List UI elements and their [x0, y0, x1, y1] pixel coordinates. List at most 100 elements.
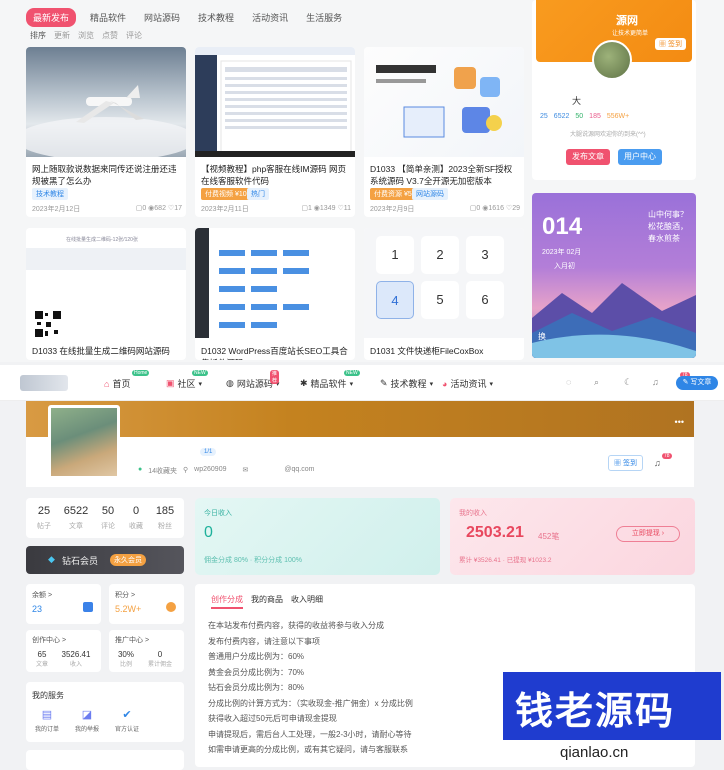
withdraw-button[interactable]: 立即提现 ›	[616, 526, 680, 542]
banner-switch[interactable]: 换	[538, 331, 546, 342]
coin-icon	[166, 602, 176, 612]
post-thumbnail[interactable]: 在线批量生成二维码-12张/120张	[26, 228, 186, 338]
dark-mode-icon[interactable]: ☾	[624, 377, 632, 388]
creator-stat-label: 收入	[69, 662, 82, 668]
numpad-grid: 1 2 3 4 5 6	[376, 236, 504, 319]
nav-community[interactable]: ▣ 社区 ▾ NEW	[166, 370, 208, 390]
tab-news[interactable]: 活动资讯	[248, 8, 292, 27]
author-name[interactable]: 大	[572, 94, 581, 107]
sort-likes[interactable]: 点赞	[102, 30, 118, 41]
chevron-right-icon: ›	[661, 530, 665, 537]
plugin-screenshot	[195, 228, 309, 338]
nav-home[interactable]: ⌂ 首页 Home	[104, 370, 150, 390]
like-count: 11	[343, 205, 351, 212]
post-card[interactable]: 在线批量生成二维码-12张/120张 D1033 在线批量生成二维码网站源码	[26, 228, 186, 360]
post-thumbnail[interactable]	[195, 47, 355, 157]
comment-icon: ▢	[301, 205, 308, 212]
vip-card[interactable]: ◆ 钻石会员 永久会员	[26, 546, 184, 574]
post-thumbnail[interactable]: 1 2 3 4 5 6	[364, 228, 524, 338]
bell-icon[interactable]: ♫	[652, 377, 659, 387]
tab-creator-share[interactable]: 创作分成	[211, 594, 243, 609]
nav-label: 首页	[112, 379, 131, 389]
sort-comments[interactable]: 评论	[126, 30, 142, 41]
nav-label: 精品软件	[310, 379, 347, 389]
avatar[interactable]	[592, 40, 632, 80]
android-icon: ✱	[300, 378, 308, 388]
site-logo[interactable]	[20, 375, 68, 391]
stat-articles[interactable]: 6522 文章	[60, 505, 92, 531]
post-title[interactable]: D1033 【简单亲测】2023全新SF授权系统源码 V3.7全开源无加密版本	[370, 163, 520, 187]
tab-income-detail[interactable]: 收入明细	[291, 594, 323, 609]
post-card[interactable]: D1032 WordPress百度站长SEO工具合集插件源码	[195, 228, 355, 360]
post-tag[interactable]: 网站源码	[412, 188, 448, 200]
collect-count[interactable]: 14收藏夹	[148, 466, 177, 476]
stat-fans[interactable]: 185 粉丝	[150, 505, 180, 531]
thumb-caption: 在线批量生成二维码-12张/120张	[66, 237, 138, 243]
post-thumbnail[interactable]	[195, 228, 355, 338]
post-title[interactable]: D1033 在线批量生成二维码网站源码	[32, 345, 182, 357]
creator-box[interactable]: 创作中心 > 65 文章 3526.41 收入	[26, 630, 101, 672]
post-card[interactable]: 网上随取款说数据来同传还说注册还违规被黑了怎么办 技术教程 2023年2月12日…	[26, 47, 186, 217]
nav-tutorial[interactable]: ✎ 技术教程 ▾	[380, 377, 433, 390]
post-meta: 2023年2月11日 ▢1 ◉1349 ♡11	[201, 204, 351, 214]
stat-posts[interactable]: 25 帖子	[30, 505, 58, 531]
sign-button[interactable]: ▦ 签到	[655, 38, 686, 50]
more-icon[interactable]: •••	[675, 417, 684, 427]
nav-source[interactable]: ◍ 网站源码 ▾ 推荐	[226, 370, 280, 390]
post-thumbnail[interactable]	[26, 47, 186, 161]
promo-stat-label: 累计佣金	[147, 662, 172, 668]
sort-updated[interactable]: 更新	[54, 30, 70, 41]
author-stat: 556W+	[606, 113, 630, 120]
points-box[interactable]: 积分 > 5.2W+	[109, 584, 184, 624]
service-orders[interactable]: ▤ 我的订单	[34, 708, 60, 733]
nav-software[interactable]: ✱ 精品软件 ▾ NEW	[300, 370, 360, 390]
tab-latest[interactable]: 最新发布	[26, 8, 77, 27]
watermark-text: 钱老源码	[515, 691, 676, 733]
policy-line: 钻石会员分成比例为：80%	[208, 683, 305, 692]
post-title[interactable]: D1032 WordPress百度站长SEO工具合集插件源码	[201, 345, 351, 360]
promo-stat: 30% 比例	[113, 650, 139, 668]
total-income-value: 2503.21	[466, 524, 524, 541]
post-title[interactable]: 【视频教程】php客服在线IM源码 网页在线客服软件代码	[201, 163, 351, 187]
promo-box[interactable]: 推广中心 > 30% 比例 0 累计佣金	[109, 630, 184, 672]
write-button[interactable]: ✎ 写文章	[676, 376, 718, 390]
post-card[interactable]: D1033 【简单亲测】2023全新SF授权系统源码 V3.7全开源无加密版本 …	[364, 47, 524, 217]
services-title: 我的服务	[32, 691, 64, 700]
author-stat: 6522	[553, 113, 570, 120]
sign-button[interactable]: ▦ 签到	[608, 455, 643, 471]
sign-label: 签到	[622, 460, 637, 467]
post-card[interactable]: 1 2 3 4 5 6 D1031 文件快递柜FileCoxBox	[364, 228, 524, 360]
stat-favorites[interactable]: 0 收藏	[122, 505, 150, 531]
tab-life[interactable]: 生活服务	[302, 8, 346, 27]
sort-views[interactable]: 浏览	[78, 30, 94, 41]
user-center-button[interactable]: 用户中心	[618, 149, 662, 165]
nav-news[interactable]: ◕ 活动资讯 ▾	[442, 377, 493, 390]
tab-tutorial[interactable]: 技术教程	[194, 8, 238, 27]
comment-count: 1	[307, 205, 312, 212]
promo-value: 0	[157, 650, 163, 659]
service-reports[interactable]: ◪ 我的举报	[74, 708, 100, 733]
author-stats: 25 6522 50 185 556W+	[540, 113, 629, 120]
like-count: 17	[174, 205, 182, 212]
post-title[interactable]: 网上随取款说数据来同传还说注册还违规被黑了怎么办	[32, 163, 182, 187]
tab-software[interactable]: 精品软件	[86, 8, 130, 27]
post-title[interactable]: D1031 文件快递柜FileCoxBox	[370, 345, 520, 357]
nav-label: 社区	[177, 379, 196, 389]
lightbulb-icon[interactable]: ◌	[566, 377, 571, 387]
post-tag[interactable]: 技术教程	[32, 188, 68, 200]
balance-box[interactable]: 余额 > 23	[26, 584, 101, 624]
promo-label: 推广中心 >	[115, 637, 150, 644]
tab-my-goods[interactable]: 我的商品	[251, 594, 283, 609]
post-thumbnail[interactable]	[364, 47, 524, 157]
stat-comments[interactable]: 50 评论	[94, 505, 122, 531]
publish-button[interactable]: 发布文章	[566, 149, 610, 165]
bell-icon[interactable]: ♫	[654, 458, 661, 468]
search-icon[interactable]: ⌕	[594, 377, 599, 388]
numpad-key: 2	[421, 236, 459, 274]
avatar[interactable]	[48, 405, 120, 479]
post-tag[interactable]: 热门	[247, 188, 269, 200]
post-card[interactable]: 【视频教程】php客服在线IM源码 网页在线客服软件代码 付费视频 ¥10 热门…	[195, 47, 355, 217]
chevron-down-icon: ▾	[489, 380, 493, 388]
tab-source[interactable]: 网站源码	[140, 8, 184, 27]
service-verify[interactable]: ✔ 官方认证	[114, 708, 140, 733]
